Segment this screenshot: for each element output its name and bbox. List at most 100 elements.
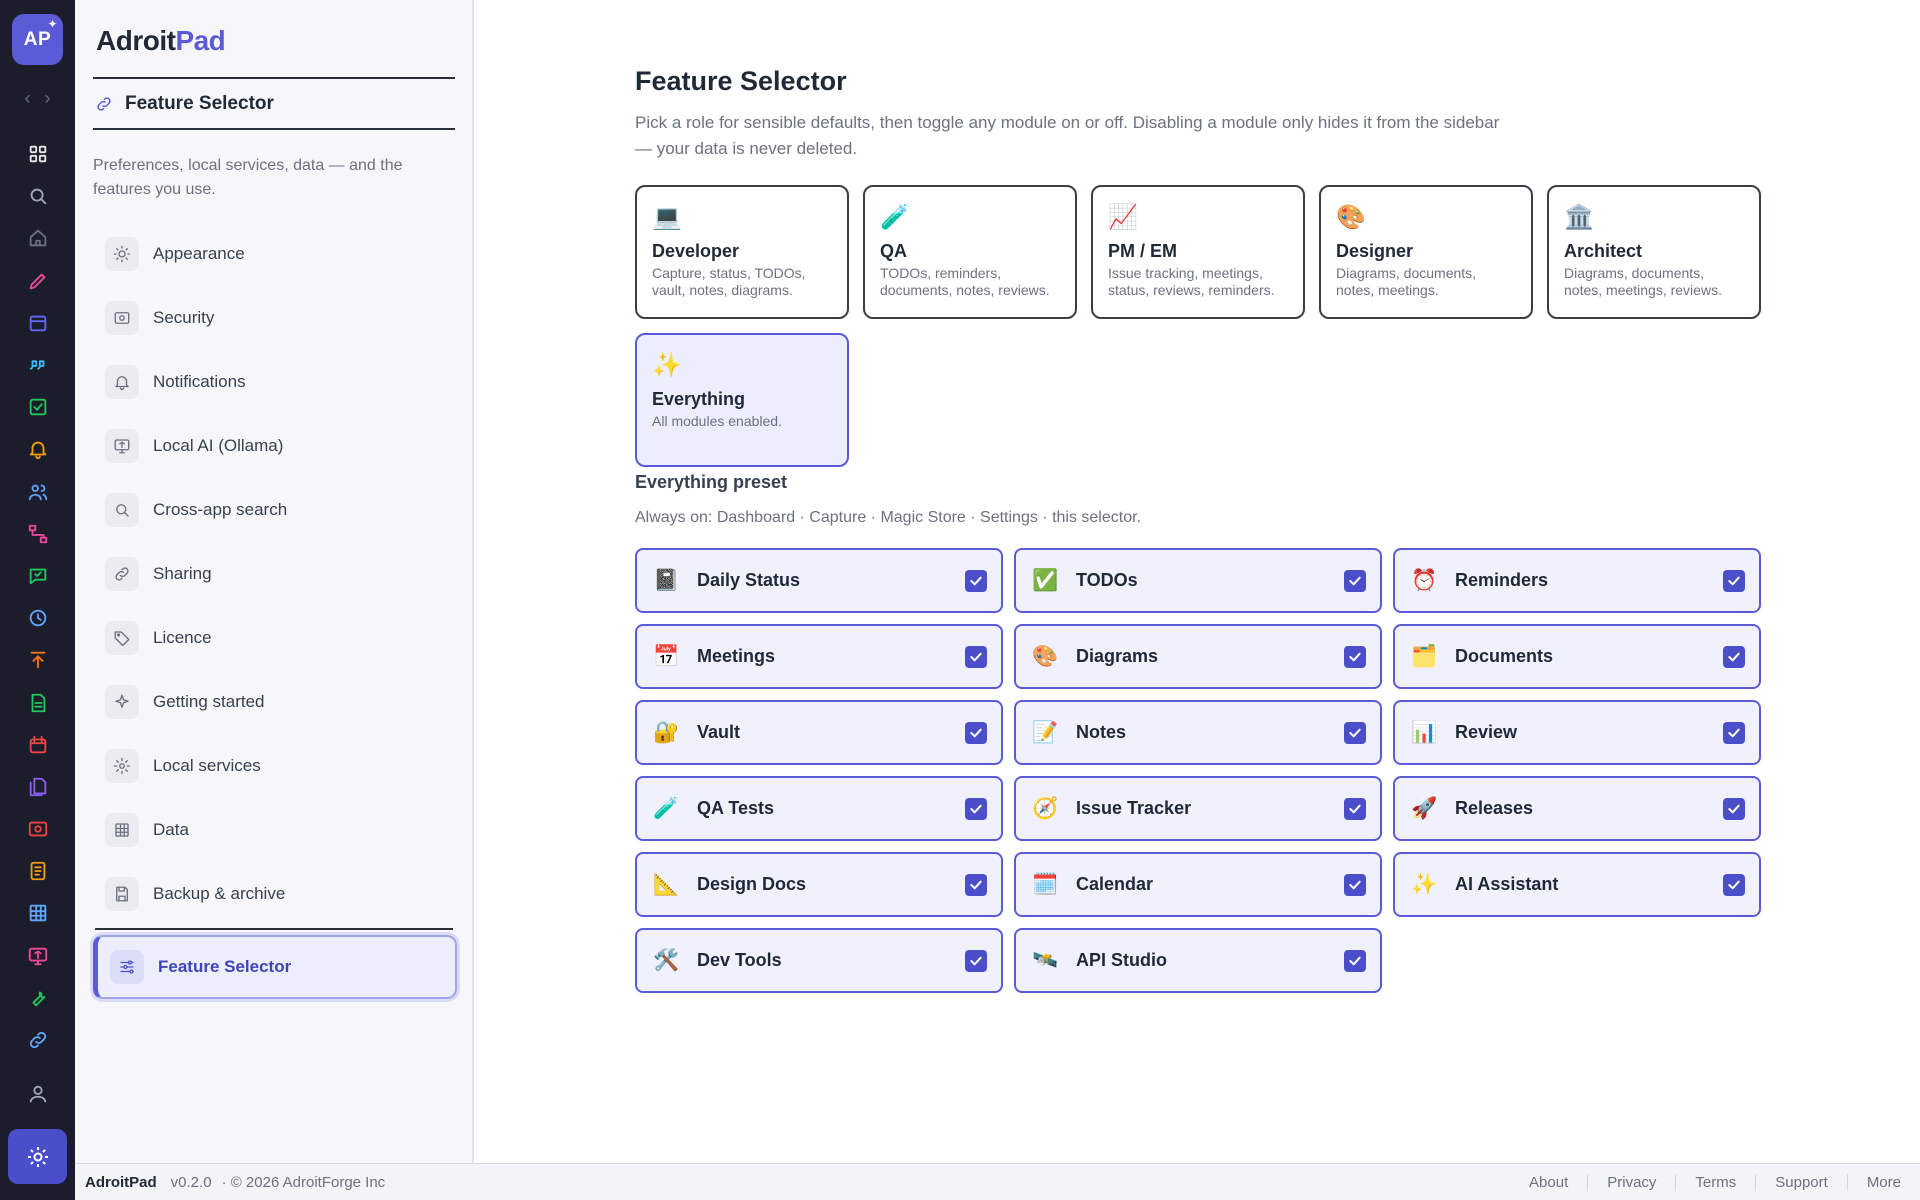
module-toggle-diagrams[interactable]: 🎨 Diagrams bbox=[1014, 624, 1382, 689]
sidebar-item-local-ai-ollama[interactable]: Local AI (Ollama) bbox=[105, 414, 445, 478]
footer-link-about[interactable]: About bbox=[1510, 1174, 1587, 1191]
app-logo[interactable]: AP ✦ bbox=[12, 14, 63, 65]
sidebar-item-feature-selector[interactable]: Feature Selector bbox=[93, 935, 457, 999]
checkbox-checked-icon[interactable] bbox=[1344, 721, 1366, 744]
document-icon[interactable] bbox=[0, 681, 75, 723]
sidebar-item-cross-app-search[interactable]: Cross-app search bbox=[105, 478, 445, 542]
bell-icon[interactable] bbox=[0, 428, 75, 470]
checkbox-checked-icon[interactable] bbox=[965, 949, 987, 972]
vault-icon[interactable] bbox=[0, 808, 75, 850]
sidebar-item-data[interactable]: Data bbox=[105, 798, 445, 862]
checkbox-checked-icon[interactable] bbox=[1344, 873, 1366, 896]
module-toggle-issue-tracker[interactable]: 🧭 Issue Tracker bbox=[1014, 776, 1382, 841]
footer-link-more[interactable]: More bbox=[1846, 1173, 1920, 1191]
checkbox-checked-icon[interactable] bbox=[1723, 569, 1745, 592]
checkbox-checked-icon[interactable] bbox=[1723, 797, 1745, 820]
todo-check-icon[interactable] bbox=[0, 386, 75, 428]
home-icon[interactable] bbox=[0, 217, 75, 259]
checkbox-checked-icon[interactable] bbox=[965, 873, 987, 896]
module-toggle-calendar[interactable]: 🗓️ Calendar bbox=[1014, 852, 1382, 917]
module-toggle-daily-status[interactable]: 📓 Daily Status bbox=[635, 548, 1003, 613]
clock-icon[interactable] bbox=[0, 597, 75, 639]
footer-link-terms[interactable]: Terms bbox=[1675, 1173, 1755, 1191]
capture-pen-icon[interactable] bbox=[0, 260, 75, 302]
checkbox-checked-icon[interactable] bbox=[965, 721, 987, 744]
wrench-icon[interactable] bbox=[0, 977, 75, 1019]
sidebar-item-local-services[interactable]: Local services bbox=[105, 734, 445, 798]
checkbox-checked-icon[interactable] bbox=[1344, 797, 1366, 820]
module-toggle-dev-tools[interactable]: 🛠️ Dev Tools bbox=[635, 928, 1003, 993]
sidebar-item-getting-started[interactable]: Getting started bbox=[105, 670, 445, 734]
review-chat-icon[interactable] bbox=[0, 555, 75, 597]
sidebar-item-label: Cross-app search bbox=[153, 500, 288, 519]
checkbox-checked-icon[interactable] bbox=[1723, 721, 1745, 744]
ai-monitor-icon[interactable] bbox=[0, 935, 75, 977]
module-emoji-icon: 🔐 bbox=[653, 720, 680, 744]
users-icon[interactable] bbox=[0, 471, 75, 513]
module-label: QA Tests bbox=[697, 798, 775, 818]
forward-icon[interactable]: › bbox=[45, 88, 51, 109]
module-toggle-qa-tests[interactable]: 🧪 QA Tests bbox=[635, 776, 1003, 841]
breadcrumb-title: Feature Selector bbox=[125, 92, 274, 114]
module-toggle-reminders[interactable]: ⏰ Reminders bbox=[1393, 548, 1761, 613]
module-toggle-documents[interactable]: 🗂️ Documents bbox=[1393, 624, 1761, 689]
module-emoji-icon: 🧪 bbox=[653, 796, 680, 820]
sidebar-item-security[interactable]: Security bbox=[105, 286, 445, 350]
checkbox-checked-icon[interactable] bbox=[1344, 645, 1366, 668]
role-card-everything[interactable]: ✨ Everything All modules enabled. bbox=[635, 333, 849, 467]
sidebar-item-notifications[interactable]: Notifications bbox=[105, 350, 445, 414]
sidebar-item-appearance[interactable]: Appearance bbox=[105, 222, 445, 286]
search-icon[interactable] bbox=[0, 175, 75, 217]
module-toggle-todos[interactable]: ✅ TODOs bbox=[1014, 548, 1382, 613]
role-card-architect[interactable]: 🏛️ Architect Diagrams, documents, notes, m… bbox=[1547, 185, 1761, 319]
footer-link-support[interactable]: Support bbox=[1755, 1173, 1847, 1191]
calendar-icon[interactable] bbox=[0, 724, 75, 766]
checkbox-checked-icon[interactable] bbox=[965, 645, 987, 668]
release-upload-icon[interactable] bbox=[0, 639, 75, 681]
module-toggle-ai-assistant[interactable]: ✨ AI Assistant bbox=[1393, 852, 1761, 917]
module-toggle-meetings[interactable]: 📅 Meetings bbox=[635, 624, 1003, 689]
back-icon[interactable]: ‹ bbox=[25, 88, 31, 109]
checkbox-checked-icon[interactable] bbox=[1723, 873, 1745, 896]
settings-button[interactable] bbox=[8, 1129, 67, 1184]
footer-link-privacy[interactable]: Privacy bbox=[1587, 1173, 1675, 1191]
checkbox-checked-icon[interactable] bbox=[1723, 645, 1745, 668]
role-card-designer[interactable]: 🎨 Designer Diagrams, documents, notes, mee… bbox=[1319, 185, 1533, 319]
link-icon[interactable] bbox=[0, 1019, 75, 1061]
dashboard-icon[interactable] bbox=[0, 133, 75, 175]
always-on-note: Always on: Dashboard · Capture · Magic S… bbox=[635, 509, 1141, 526]
role-card-pm-em[interactable]: 📈 PM / EM Issue tracking, meetings, status… bbox=[1091, 185, 1305, 319]
checkbox-checked-icon[interactable] bbox=[965, 797, 987, 820]
checkbox-checked-icon[interactable] bbox=[965, 569, 987, 592]
role-name: Architect bbox=[1564, 241, 1643, 261]
footer-copyright: · © 2026 AdroitForge Inc bbox=[221, 1173, 386, 1191]
module-grid: 📓 Daily Status ✅ TODOs ⏰ Reminders 📅 Meetings 🎨 D… bbox=[635, 548, 1761, 993]
module-toggle-api-studio[interactable]: 🛰️ API Studio bbox=[1014, 928, 1382, 993]
save-icon bbox=[105, 877, 139, 911]
module-toggle-design-docs[interactable]: 📐 Design Docs bbox=[635, 852, 1003, 917]
role-card-developer[interactable]: 💻 Developer Capture, status, TODOs, vault,… bbox=[635, 185, 849, 319]
notebook-icon[interactable] bbox=[0, 850, 75, 892]
role-card-qa[interactable]: 🧪 QA TODOs, reminders, documents, notes, r… bbox=[863, 185, 1077, 319]
role-emoji-icon: ✨ bbox=[652, 352, 682, 379]
role-emoji-icon: 📈 bbox=[1108, 204, 1138, 231]
user-icon[interactable] bbox=[0, 1072, 75, 1116]
module-toggle-vault[interactable]: 🔐 Vault bbox=[635, 700, 1003, 765]
table-icon[interactable] bbox=[0, 892, 75, 934]
module-emoji-icon: 🧭 bbox=[1032, 796, 1059, 820]
checkbox-checked-icon[interactable] bbox=[1344, 569, 1366, 592]
module-label: Meetings bbox=[697, 646, 776, 666]
diagram-icon[interactable] bbox=[0, 513, 75, 555]
icon-rail: AP ✦ ‹ › bbox=[0, 0, 75, 1200]
checkbox-checked-icon[interactable] bbox=[1344, 949, 1366, 972]
sidebar-item-sharing[interactable]: Sharing bbox=[105, 542, 445, 606]
files-icon[interactable] bbox=[0, 766, 75, 808]
quote-icon[interactable] bbox=[0, 344, 75, 386]
module-toggle-releases[interactable]: 🚀 Releases bbox=[1393, 776, 1761, 841]
module-toggle-notes[interactable]: 📝 Notes bbox=[1014, 700, 1382, 765]
store-icon[interactable] bbox=[0, 302, 75, 344]
sidebar-item-licence[interactable]: Licence bbox=[105, 606, 445, 670]
module-toggle-review[interactable]: 📊 Review bbox=[1393, 700, 1761, 765]
sidebar-item-backup-archive[interactable]: Backup & archive bbox=[105, 862, 445, 926]
role-emoji-icon: 💻 bbox=[652, 204, 682, 231]
